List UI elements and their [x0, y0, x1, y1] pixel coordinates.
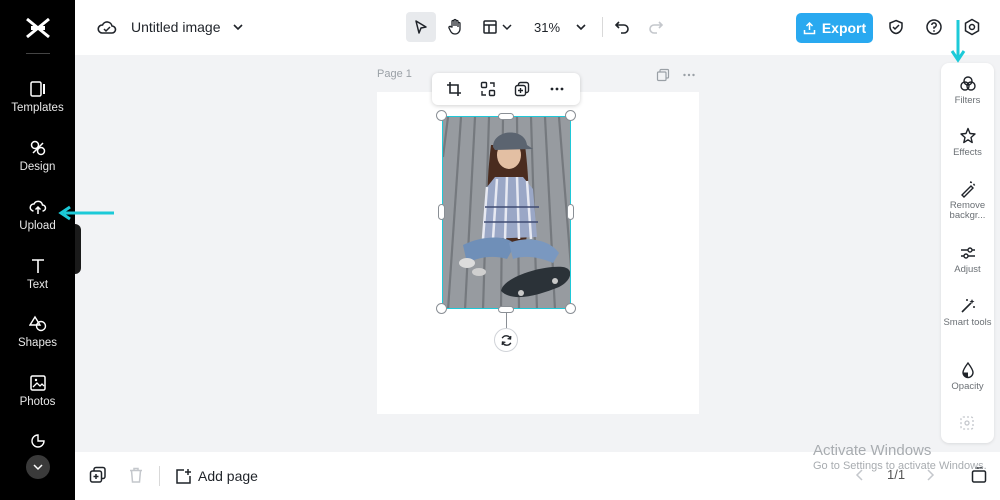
panel-item-label: Effects: [953, 147, 982, 158]
panel-item-filters[interactable]: Filters: [941, 75, 994, 106]
opacity-icon: [961, 361, 974, 379]
panel-item-effects[interactable]: Effects: [941, 127, 994, 158]
help-icon: [926, 19, 942, 35]
resize-handle-top[interactable]: [498, 113, 514, 120]
filters-icon: [959, 76, 976, 91]
activate-windows-title: Activate Windows: [813, 442, 932, 459]
panel-item-label: Remove backgr...: [949, 200, 986, 221]
resize-handle-bottom-right[interactable]: [565, 303, 576, 314]
sidebar-item-label: Design: [19, 161, 56, 173]
help-button[interactable]: [919, 12, 949, 42]
image-floating-toolbar: [432, 73, 580, 105]
resize-handle-top-right[interactable]: [565, 110, 576, 121]
rotate-stem: [506, 312, 507, 328]
resize-handle-right[interactable]: [567, 204, 574, 220]
panel-item-smart-tools[interactable]: Smart tools: [941, 297, 994, 328]
trash-icon[interactable]: [127, 466, 145, 484]
sidebar-item-label: Templates: [11, 102, 64, 114]
panel-item-remove-background[interactable]: Remove backgr...: [941, 180, 994, 221]
replace-icon[interactable]: [480, 81, 496, 97]
resize-handle-left[interactable]: [438, 204, 445, 220]
sidebar-item-shapes[interactable]: Shapes: [0, 315, 75, 367]
sidebar-item-label: Text: [26, 279, 49, 291]
layout-menu-button[interactable]: [477, 12, 517, 42]
annotation-arrow-left: [58, 205, 114, 221]
smart-tools-icon: [960, 299, 975, 313]
panel-item-label: Smart tools: [943, 317, 992, 328]
plugins-icon[interactable]: [30, 433, 46, 449]
rotate-icon: [501, 334, 511, 346]
export-label: Export: [821, 20, 867, 36]
more-options-icon[interactable]: [549, 81, 565, 97]
undo-button[interactable]: [607, 12, 637, 42]
panel-item-opacity[interactable]: Opacity: [941, 361, 994, 392]
add-page-label: Add page: [198, 468, 258, 484]
hand-icon: [448, 18, 461, 35]
undo-icon: [614, 21, 629, 34]
duplicate-icon[interactable]: [514, 81, 530, 97]
duplicate-page-icon[interactable]: [89, 466, 107, 484]
sidebar-item-label: Photos: [19, 396, 56, 408]
redo-button[interactable]: [641, 12, 671, 42]
add-page-button[interactable]: Add page: [175, 465, 258, 487]
resize-handle-bottom-left[interactable]: [436, 303, 447, 314]
export-button[interactable]: Export: [796, 13, 873, 43]
security-button[interactable]: [881, 12, 911, 42]
sidebar-item-label: Shapes: [17, 337, 57, 349]
remove-background-icon: [960, 181, 976, 198]
templates-icon: [29, 81, 45, 97]
selected-photo[interactable]: [442, 116, 571, 309]
rotate-handle[interactable]: [494, 328, 518, 352]
panel-item-label: Filters: [954, 95, 981, 106]
sidebar-item-photos[interactable]: Photos: [0, 374, 75, 426]
left-sidebar: Templates Design Upload Text Shapes Phot…: [0, 0, 75, 500]
chevron-down-icon: [33, 464, 43, 471]
activate-windows-subtitle: Go to Settings to activate Windows.: [813, 460, 987, 472]
duplicate-page-icon[interactable]: [656, 68, 670, 82]
sidebar-item-templates[interactable]: Templates: [0, 80, 75, 132]
sidebar-item-design[interactable]: Design: [0, 139, 75, 191]
select-tool-button[interactable]: [406, 12, 436, 42]
sidebar-expand-button[interactable]: [26, 455, 50, 479]
redo-icon: [649, 21, 664, 34]
effects-icon: [959, 127, 976, 144]
resize-handle-top-left[interactable]: [436, 110, 447, 121]
sidebar-divider: [26, 53, 50, 54]
design-icon: [30, 140, 45, 156]
chevron-down-icon: [502, 24, 512, 31]
panel-item-adjust[interactable]: Adjust: [941, 244, 994, 275]
chevron-down-icon[interactable]: [232, 22, 244, 32]
photo-girl-skateboard-illustration: [443, 117, 570, 308]
sidebar-item-label: Upload: [19, 220, 56, 232]
chevron-down-icon[interactable]: [575, 22, 587, 32]
layout-icon: [483, 20, 497, 34]
adjust-icon: [960, 247, 975, 259]
upload-cloud-icon: [29, 200, 46, 214]
more-options-icon[interactable]: [682, 68, 696, 82]
annotation-arrow-down: [950, 20, 966, 63]
arrange-icon[interactable]: [959, 415, 975, 431]
panel-item-label: Adjust: [954, 264, 981, 275]
shield-check-icon: [889, 19, 903, 35]
text-icon: [31, 259, 44, 273]
panel-collapse-handle[interactable]: [75, 224, 81, 274]
page-label: Page 1: [377, 68, 412, 80]
right-properties-panel: Filters Effects Remove backgr... Adjust …: [941, 63, 994, 443]
sidebar-item-text[interactable]: Text: [0, 257, 75, 309]
top-bar: Untitled image 31% Export: [75, 0, 1000, 55]
hand-tool-button[interactable]: [440, 12, 470, 42]
toolbar-divider: [159, 466, 160, 486]
export-icon: [803, 21, 816, 34]
cloud-sync-icon[interactable]: [97, 19, 117, 37]
add-page-icon: [176, 468, 191, 484]
toolbar-divider: [602, 17, 603, 37]
cursor-icon: [415, 20, 427, 34]
photos-icon: [29, 375, 46, 391]
document-title[interactable]: Untitled image: [131, 19, 221, 35]
zoom-level[interactable]: 31%: [534, 20, 560, 35]
capcut-logo-icon[interactable]: [25, 16, 51, 40]
crop-icon[interactable]: [446, 81, 462, 97]
panel-item-label: Opacity: [951, 381, 984, 392]
shapes-icon: [28, 315, 46, 332]
